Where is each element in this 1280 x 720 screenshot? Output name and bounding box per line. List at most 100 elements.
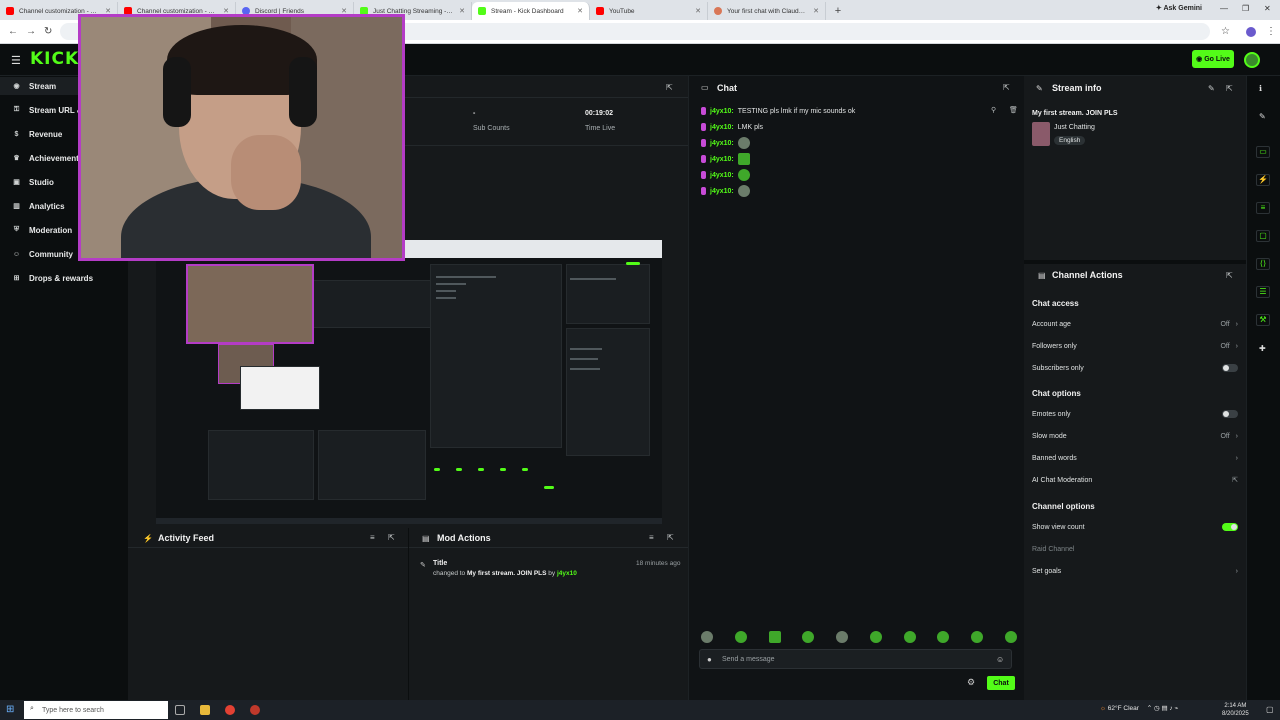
bookmark-star-icon[interactable]: ☆ [1221, 26, 1230, 37]
chat-bubble-icon[interactable]: ▢ [1256, 230, 1270, 242]
popout-icon[interactable]: ⇱ [1226, 84, 1233, 93]
search-icon: ⌕ [30, 705, 34, 712]
stream-category[interactable]: Just Chatting [1054, 124, 1095, 131]
file-explorer-icon[interactable] [200, 705, 210, 715]
users-icon: ☺ [12, 250, 21, 258]
minimize-icon[interactable]: — [1220, 4, 1228, 13]
list-icon[interactable]: ≡ [1256, 202, 1270, 214]
pin-icon[interactable]: ⚲ [991, 106, 996, 114]
emote-icon[interactable] [971, 631, 984, 643]
back-icon[interactable]: ← [8, 26, 18, 37]
filter-icon[interactable]: ≡ [370, 533, 375, 542]
broadcast-icon: ◉ [13, 83, 20, 90]
popout-icon[interactable]: ⇱ [1226, 271, 1233, 280]
wrench-icon[interactable]: ⚒ [1256, 314, 1270, 326]
emote-icon[interactable] [903, 631, 916, 643]
chat-message[interactable]: j4yx10: [701, 136, 750, 150]
delete-icon[interactable]: 🗑 [1009, 106, 1018, 114]
go-live-button[interactable]: ◉ Go Live [1192, 50, 1234, 68]
chrome-icon[interactable] [225, 705, 235, 715]
browser-tab-active[interactable]: Stream - Kick Dashboard ✕ [472, 2, 590, 20]
emotes-only-toggle[interactable] [1222, 410, 1238, 418]
sidebar-item-drops-rewards[interactable]: ⊞ Drops & rewards [0, 269, 128, 287]
kick-logo[interactable]: KICK [30, 49, 79, 69]
close-tab-icon[interactable]: ✕ [459, 7, 465, 15]
layout-icon[interactable]: ☰ [1256, 286, 1270, 298]
chat-panel: ▭ Chat ⇱ j4yx10: TESTING pls lmk if my mi… [688, 76, 1024, 700]
show-view-count-toggle[interactable] [1222, 523, 1238, 531]
obs-icon[interactable] [250, 705, 260, 715]
reload-icon[interactable]: ↻ [44, 26, 52, 37]
emote-icon[interactable] [802, 631, 815, 643]
account-age-setting[interactable]: Account age Off › [1032, 318, 1238, 330]
emoji-picker-icon[interactable]: ☺ [996, 655, 1004, 664]
emote-icon[interactable] [836, 631, 849, 643]
popout-icon[interactable]: ⇱ [667, 533, 674, 542]
chat-send-button[interactable]: Chat [987, 676, 1015, 690]
edit-icon[interactable]: ✎ [1208, 84, 1215, 93]
sub-count-stat: - Sub Counts [473, 110, 510, 132]
popout-icon[interactable]: ⇱ [388, 533, 395, 542]
subscribers-only-toggle[interactable] [1222, 364, 1238, 372]
chat-message[interactable]: j4yx10: LMK pls [701, 120, 763, 134]
stream-preview[interactable] [156, 240, 662, 524]
info-icon[interactable]: ℹ [1259, 84, 1262, 93]
section-channel-options: Channel options [1032, 502, 1095, 511]
banned-words-setting[interactable]: Banned words › [1032, 452, 1238, 464]
chat-message-input[interactable]: ● Send a message ☺ [699, 649, 1012, 669]
mic-badge-icon [701, 171, 706, 179]
profile-avatar[interactable] [1246, 27, 1256, 37]
close-tab-icon[interactable]: ✕ [813, 7, 819, 15]
user-avatar[interactable] [1244, 52, 1260, 68]
edit-icon[interactable]: ✎ [1259, 112, 1266, 121]
close-tab-icon[interactable]: ✕ [577, 7, 583, 15]
browser-menu-icon[interactable]: ⋮ [1266, 26, 1276, 37]
task-view-icon[interactable] [175, 705, 185, 715]
puzzle-icon[interactable]: ✚ [1259, 344, 1266, 353]
tray-icons[interactable]: ⌃ ◷ ▤ ♪ ⌁ [1147, 705, 1179, 712]
close-tab-icon[interactable]: ✕ [695, 7, 701, 15]
filter-icon[interactable]: ≡ [649, 533, 654, 542]
slow-mode-setting[interactable]: Slow mode Off › [1032, 430, 1238, 442]
chat-message[interactable]: j4yx10: TESTING pls lmk if my mic sounds … [701, 104, 855, 118]
emote-icon[interactable] [869, 631, 882, 643]
set-goals-setting[interactable]: Set goals › [1032, 565, 1238, 577]
list-icon: ▤ [1038, 271, 1046, 280]
stream-icon[interactable]: ▭ [1256, 146, 1270, 158]
browser-tab[interactable]: YouTube ✕ [590, 2, 708, 20]
preview-text [436, 290, 456, 292]
hamburger-menu-icon[interactable]: ☰ [11, 54, 21, 67]
popout-icon[interactable]: ⇱ [666, 83, 673, 92]
chat-message[interactable]: j4yx10: [701, 184, 750, 198]
popout-icon[interactable]: ⇱ [1003, 83, 1010, 92]
emote-bar [701, 631, 1017, 645]
emote-icon[interactable] [734, 631, 747, 643]
trophy-icon: ♛ [13, 155, 20, 162]
kick-favicon-icon [478, 7, 486, 15]
forward-icon[interactable]: → [26, 26, 36, 37]
restore-icon[interactable]: ❐ [1242, 4, 1249, 13]
taskbar-clock[interactable]: 2:14 AM 8/20/2025 [1222, 702, 1249, 718]
emote-icon[interactable] [1004, 631, 1017, 643]
browser-tab[interactable]: Your first chat with Claude - Cl ✕ [708, 2, 826, 20]
emote-icon[interactable] [701, 631, 713, 643]
preview-emote [500, 468, 506, 471]
new-tab-button[interactable]: + [830, 5, 846, 17]
notification-icon[interactable]: ▢ [1266, 705, 1274, 714]
lightning-icon[interactable]: ⚡ [1256, 174, 1270, 186]
followers-only-setting[interactable]: Followers only Off › [1032, 340, 1238, 352]
close-window-icon[interactable]: ✕ [1264, 4, 1271, 13]
chat-settings-gear-icon[interactable]: ⚙ [967, 677, 975, 688]
emote-icon[interactable] [937, 631, 950, 643]
taskbar-search[interactable]: ⌕ Type here to search [24, 701, 168, 719]
raid-channel-setting[interactable]: Raid Channel [1032, 543, 1238, 555]
chat-message[interactable]: j4yx10: [701, 152, 750, 166]
code-icon[interactable]: ⟨⟩ [1256, 258, 1270, 270]
chat-message[interactable]: j4yx10: [701, 168, 750, 182]
key-icon: ⚿ [13, 106, 20, 113]
emote-icon[interactable] [768, 631, 781, 643]
ai-chat-moderation-setting[interactable]: AI Chat Moderation ⇱ [1032, 474, 1238, 486]
windows-start-icon[interactable]: ⊞ [6, 704, 14, 715]
mic-badge-icon [701, 139, 706, 147]
ask-gemini-button[interactable]: ✦ Ask Gemini [1156, 4, 1202, 12]
